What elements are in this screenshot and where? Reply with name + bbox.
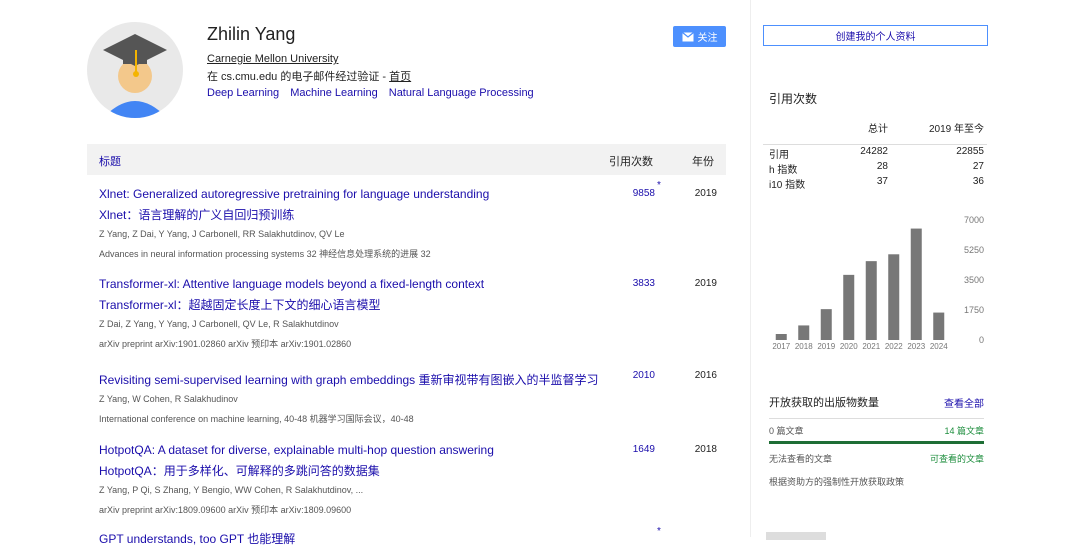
citations-heading: 引用次数: [769, 92, 818, 106]
available-label[interactable]: 可查看的文章: [930, 452, 984, 465]
publication-year: 2019: [694, 188, 717, 199]
merged-citation-star: *: [657, 180, 661, 191]
x-tick-label: 2022: [885, 342, 903, 351]
x-tick-label: 2017: [772, 342, 790, 351]
publication-venue: International conference on machine lear…: [99, 414, 414, 424]
profile-name: Zhilin Yang: [207, 24, 296, 44]
open-access-divider: [769, 418, 984, 419]
stat-label: h 指数: [769, 165, 798, 176]
publication-row: Transformer-xl: Attentive language model…: [99, 276, 726, 350]
x-tick-label: 2018: [795, 342, 813, 351]
publication-year: 2016: [694, 370, 717, 381]
column-divider: [750, 0, 751, 537]
publication-venue: arXiv preprint arXiv:1809.09600 arXiv 预印…: [99, 505, 352, 515]
co-authors-heading: [766, 532, 826, 540]
col-since-2019: 2019 年至今: [928, 124, 984, 135]
publication-row: HotpotQA: A dataset for diverse, explain…: [99, 442, 726, 516]
stats-row-citations: 引用 24282 22855: [769, 146, 984, 161]
create-profile-button[interactable]: 创建我的个人资料: [763, 25, 988, 46]
publication-authors: Z Yang, Z Dai, Y Yang, J Carbonell, RR S…: [99, 229, 345, 239]
stats-row-h-index: h 指数 28 27: [769, 161, 984, 176]
citations-per-year-chart: 7000 5250 3500 1750 0 2017 2018 2019 2020 2021 202…: [772, 215, 984, 351]
research-interests: Deep Learning Machine Learning Natural L…: [207, 87, 542, 99]
interest-deep-learning[interactable]: Deep Learning: [207, 87, 279, 99]
publication-row: Xlnet: Generalized autoregressive pretra…: [99, 180, 726, 260]
y-tick-label: 0: [979, 335, 984, 345]
chart-bar-2023[interactable]: [910, 228, 922, 340]
y-tick-label: 5250: [964, 245, 984, 255]
verified-text: 在 cs.cmu.edu 的电子邮件经过验证 -: [207, 71, 390, 83]
x-tick-label: 2020: [840, 342, 858, 351]
mail-icon: [681, 31, 694, 41]
publication-title-translation: Transformer-xl：超越固定长度上下文的细心语言模型: [99, 298, 381, 312]
chart-bar-2024[interactable]: [933, 312, 945, 340]
publication-title[interactable]: GPT understands, too GPT 也能理解: [99, 530, 295, 547]
verified-email: 在 cs.cmu.edu 的电子邮件经过验证 - 首页: [207, 68, 411, 84]
sort-by-year[interactable]: 年份: [692, 153, 714, 169]
avatar: [87, 22, 183, 118]
available-count: 14 篇文章: [944, 426, 984, 436]
stats-row-i10-index: i10 指数 37 36: [769, 176, 984, 191]
cited-by-count[interactable]: 1649: [619, 444, 655, 455]
x-tick-label: 2024: [930, 342, 948, 351]
citations-stats-header: 总计 2019 年至今: [769, 120, 984, 135]
cited-by-count[interactable]: 2010: [619, 370, 655, 381]
cited-by-count[interactable]: 9858: [619, 188, 655, 199]
stat-label: 引用: [769, 150, 789, 161]
chart-bar-2022[interactable]: [888, 254, 900, 340]
chart-bar-2019[interactable]: [820, 309, 832, 340]
stat-since: 36: [972, 176, 984, 187]
sort-by-title[interactable]: 标题: [99, 153, 121, 169]
stat-all: 37: [876, 176, 888, 187]
col-total: 总计: [868, 124, 888, 135]
x-tick-label: 2019: [817, 342, 835, 351]
y-tick-label: 1750: [964, 305, 984, 315]
publication-authors: Z Dai, Z Yang, Y Yang, J Carbonell, QV L…: [99, 319, 339, 329]
interest-machine-learning[interactable]: Machine Learning: [290, 87, 377, 99]
unavailable-label[interactable]: 无法查看的文章: [769, 452, 832, 465]
x-tick-label: 2021: [862, 342, 880, 351]
affiliation-link[interactable]: Carnegie Mellon University: [207, 53, 338, 65]
publication-row: Revisiting semi-supervised learning with…: [99, 370, 726, 425]
y-tick-label: 3500: [964, 275, 984, 285]
open-access-heading: 开放获取的出版物数量: [769, 397, 879, 409]
chart-bar-2020[interactable]: [843, 274, 855, 340]
publications-table-header: 标题 引用次数 年份: [87, 144, 726, 175]
publication-title-translation: Xlnet：语言理解的广义自回归预训练: [99, 208, 295, 222]
cited-by-count[interactable]: 3833: [619, 278, 655, 289]
sort-by-cited[interactable]: 引用次数: [609, 153, 653, 169]
view-all-link[interactable]: 查看全部: [944, 395, 984, 410]
unavailable-count: 0 篇文章: [769, 426, 804, 436]
publication-authors: Z Yang, P Qi, S Zhang, Y Bengio, WW Cohe…: [99, 485, 364, 495]
open-access-progress-bar: [769, 441, 984, 444]
merged-citation-star: *: [657, 526, 661, 537]
stats-divider: [763, 144, 987, 145]
y-tick-label: 7000: [964, 215, 984, 225]
interest-nlp[interactable]: Natural Language Processing: [389, 87, 534, 99]
stat-label: i10 指数: [769, 180, 806, 191]
follow-button[interactable]: 关注: [673, 26, 726, 47]
x-tick-label: 2023: [907, 342, 925, 351]
stat-all: 28: [876, 161, 888, 172]
publication-year: 2019: [694, 278, 717, 289]
chart-bar-2017[interactable]: [775, 334, 787, 340]
mandate-policy-note: 根据资助方的强制性开放获取政策: [769, 477, 905, 487]
publication-venue: Advances in neural information processin…: [99, 249, 431, 259]
homepage-link[interactable]: 首页: [389, 71, 411, 83]
stat-since: 22855: [956, 146, 984, 157]
follow-label: 关注: [697, 33, 718, 44]
publication-title-translation: HotpotQA：用于多样化、可解释的多跳问答的数据集: [99, 464, 380, 478]
chart-bar-2018[interactable]: [798, 325, 810, 340]
chart-bar-2021[interactable]: [865, 261, 877, 340]
stat-all: 24282: [860, 146, 888, 157]
publication-year: 2018: [694, 444, 717, 455]
publication-authors: Z Yang, W Cohen, R Salakhudinov: [99, 394, 238, 404]
scholar-avatar-icon: [103, 34, 167, 118]
publication-venue: arXiv preprint arXiv:1901.02860 arXiv 预印…: [99, 339, 352, 349]
stat-since: 27: [972, 161, 984, 172]
